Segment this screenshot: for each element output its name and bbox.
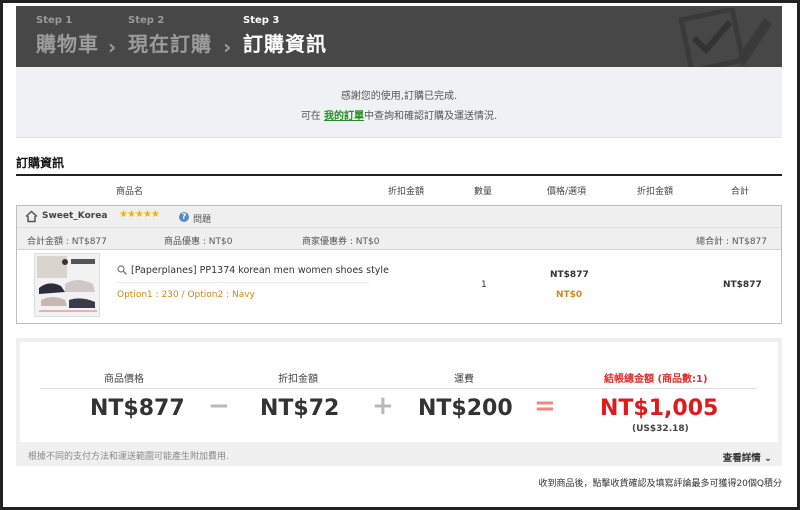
shipping-label: 運費	[454, 374, 474, 385]
store-summary-row: 合計金額 : NT$877 商品優惠 : NT$0 商家優惠券 : NT$0 總…	[17, 228, 781, 250]
surcharge-note: 根據不同的支付方法和運送範圍可能產生附加費用.	[28, 452, 229, 462]
section-title: 訂購資訊	[16, 156, 65, 170]
product-total: NT$877	[723, 280, 762, 290]
notice-link-line: 可在 我的訂單中查詢和確認訂購及運送情況.	[16, 107, 782, 122]
notice-suffix: 中查詢和確認訂購及運送情況.	[364, 111, 498, 122]
shop-name-link[interactable]: Sweet_Korea	[42, 211, 107, 221]
header-quantity: 數量	[474, 187, 493, 197]
step-order: Step 2 現在訂購	[128, 15, 212, 57]
step-chevron-icon: ›	[108, 35, 117, 59]
my-orders-link[interactable]: 我的訂單	[324, 111, 364, 122]
step-chevron-icon: ›	[223, 35, 232, 59]
header-product-name: 商品名	[116, 187, 144, 197]
shop-rating-stars: ★★★★★	[119, 209, 160, 220]
order-complete-notice: 感謝您的使用,訂購已完成. 可在 我的訂單中查詢和確認訂購及運送情況.	[16, 67, 782, 138]
sum-total: 合計金額 : NT$877	[27, 237, 107, 247]
shop-home-icon	[25, 210, 38, 223]
product-quantity: 1	[481, 280, 487, 290]
product-discount: 商品優惠 : NT$0	[164, 237, 233, 247]
price-value: NT$877	[90, 396, 185, 421]
price-label: 商品價格	[104, 374, 144, 385]
review-points-note: 收到商品後，點擊收貨確認及填寫評論最多可獲得20個Q積分	[538, 479, 782, 489]
step-name: 訂購資訊	[243, 32, 327, 56]
view-details-button[interactable]: 查看詳情 ⌄	[723, 450, 772, 464]
product-row: [Paperplanes] PP1374 korean men women sh…	[17, 250, 781, 323]
product-divider	[117, 282, 369, 283]
step-number: Step 2	[128, 15, 165, 26]
step-name: 現在訂購	[128, 32, 212, 56]
discount-label: 折扣金額	[278, 374, 318, 385]
search-icon[interactable]	[117, 265, 127, 275]
payment-summary: 商品價格 折扣金額 運費 結帳總金額 (商品數:1) NT$877 − NT$7…	[16, 338, 782, 466]
grand-total-value: NT$1,005	[600, 396, 719, 421]
checkout-steps: Step 1 購物車 › Step 2 現在訂購 › Step 3 訂購資訊	[16, 6, 782, 67]
plus-icon: +	[372, 391, 394, 421]
header-discount-2: 折扣金額	[637, 187, 674, 197]
minus-icon: −	[208, 391, 230, 421]
store-grand-total: 總合計 : NT$877	[696, 237, 767, 247]
discount-value: NT$72	[260, 396, 340, 421]
step-cart: Step 1 購物車	[36, 15, 99, 57]
notice-message: 感謝您的使用,訂購已完成.	[340, 91, 458, 102]
header-total: 合計	[731, 187, 750, 197]
step-name: 購物車	[36, 32, 99, 56]
summary-divider	[40, 388, 756, 389]
step-number: Step 3	[243, 15, 280, 26]
grand-total-usd: (US$32.18)	[632, 424, 689, 434]
section-divider	[16, 174, 782, 176]
shoe-image-icon	[35, 254, 99, 316]
product-discount-value: NT$0	[556, 290, 583, 300]
header-discount: 折扣金額	[388, 187, 425, 197]
header-price-option: 價格/選項	[547, 187, 587, 197]
ask-question-link[interactable]: 問題	[193, 212, 211, 225]
store-order-box: Sweet_Korea ★★★★★ ? 問題 合計金額 : NT$877 商品優…	[16, 205, 782, 324]
product-price: NT$877	[550, 270, 589, 280]
question-icon[interactable]: ?	[179, 212, 189, 222]
equals-icon: =	[534, 391, 556, 421]
grand-total-label: 結帳總金額 (商品數:1)	[604, 374, 708, 385]
seller-coupon: 商家優惠券 : NT$0	[302, 237, 380, 247]
product-thumbnail[interactable]	[34, 253, 100, 317]
product-options: Option1 : 230 / Option2 : Navy	[117, 290, 255, 300]
notice-prefix: 可在	[300, 111, 321, 122]
checklist-pencil-icon	[678, 8, 772, 67]
store-header: Sweet_Korea ★★★★★ ? 問題	[17, 206, 781, 228]
step-order-info: Step 3 訂購資訊	[243, 15, 327, 57]
payment-summary-inner: 商品價格 折扣金額 運費 結帳總金額 (商品數:1) NT$877 − NT$7…	[20, 342, 778, 442]
shipping-value: NT$200	[418, 396, 513, 421]
product-name-link[interactable]: [Paperplanes] PP1374 korean men women sh…	[131, 265, 389, 276]
step-number: Step 1	[36, 15, 73, 26]
